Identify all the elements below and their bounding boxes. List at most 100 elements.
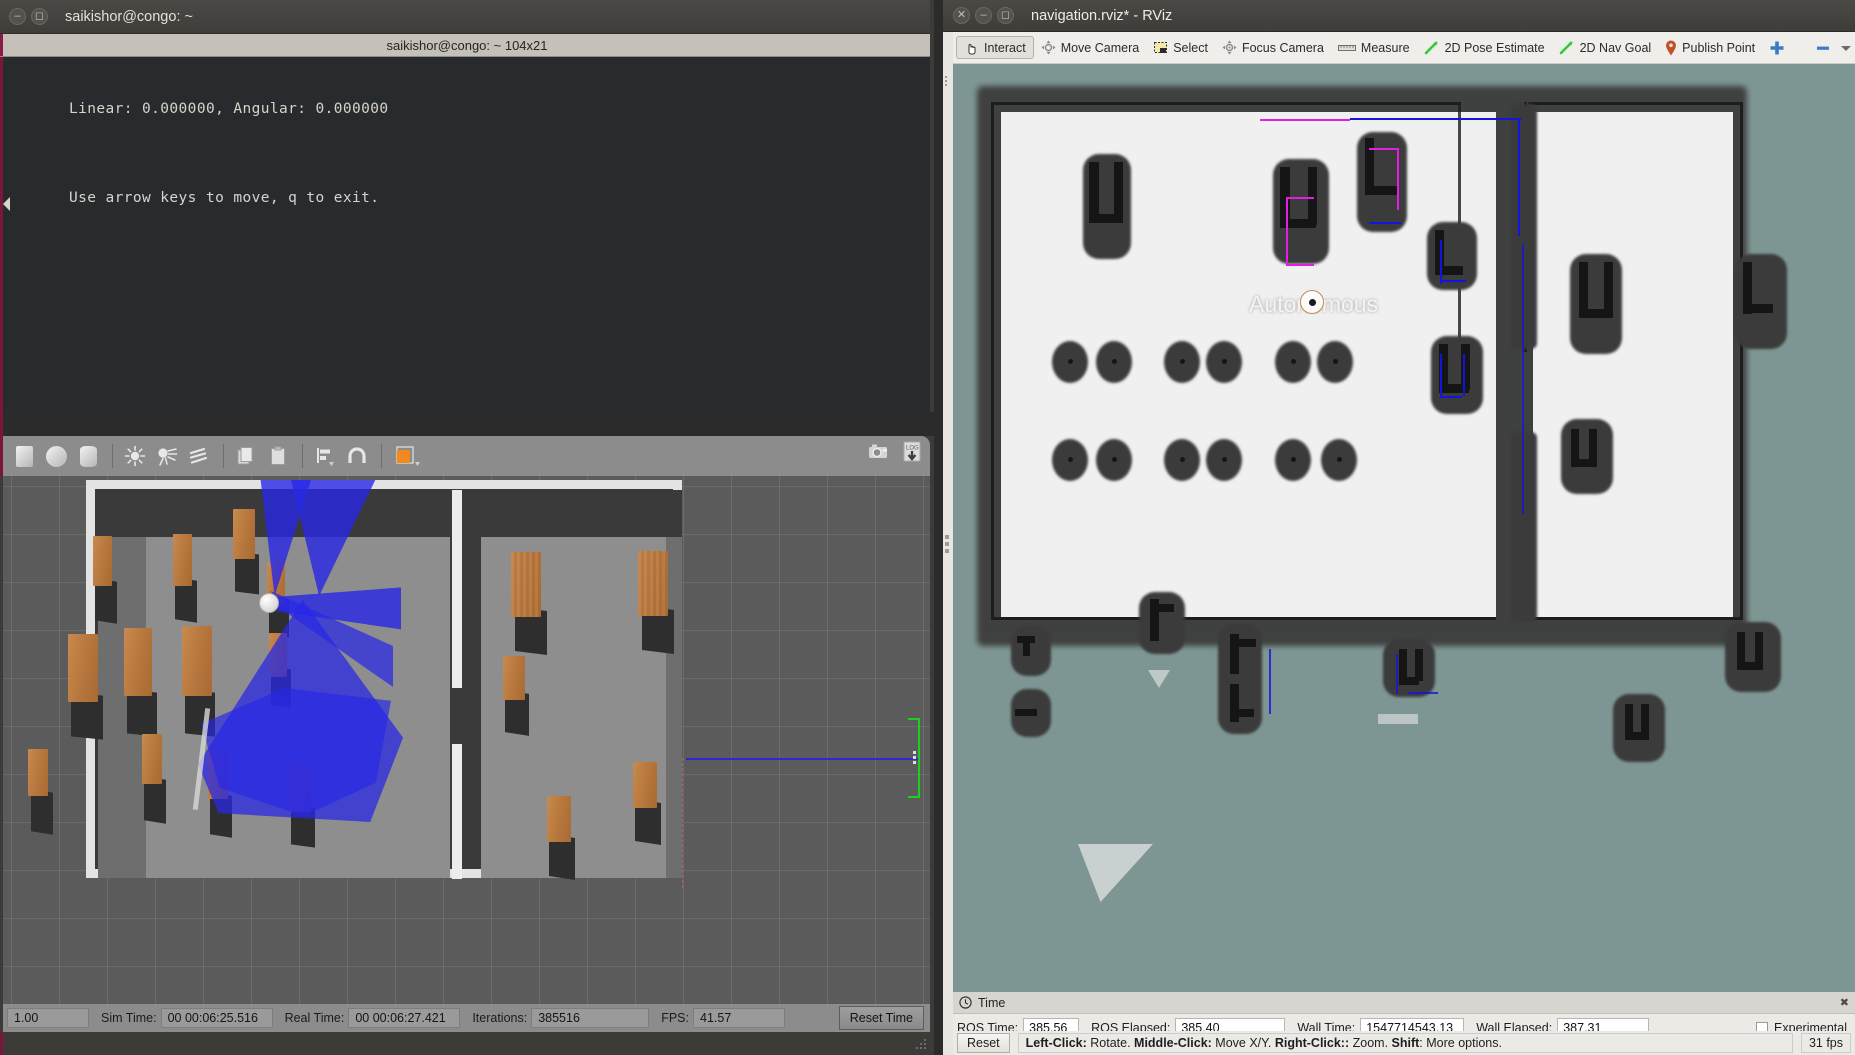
green-arrow-icon [1559,40,1575,55]
tool-interact-label: Interact [984,40,1026,55]
terminal-maximize-button[interactable]: ◻ [31,8,48,25]
tool-publish-point[interactable]: Publish Point [1658,37,1762,59]
tool-2d-nav-goal-label: 2D Nav Goal [1579,40,1652,55]
rviz-maximize-button[interactable]: ◻ [997,7,1014,24]
map-obstacle-core [1291,359,1296,364]
map-obstacle-core [1291,457,1296,462]
map-obstacle-core [1222,359,1227,364]
map-obstacle-core [1180,457,1185,462]
tool-measure[interactable]: Measure [1331,38,1417,58]
map-obstacle-core [1743,304,1773,313]
tool-move-camera[interactable]: Move Camera [1034,37,1147,58]
gazebo-3d-viewport[interactable] [3,476,930,1007]
rviz-panel-drag-dots[interactable] [945,74,947,88]
tool-focus-camera[interactable]: Focus Camera [1215,37,1331,58]
map-obstacle-bench [1139,592,1185,654]
close-icon[interactable]: ✖ [1840,996,1849,1009]
laser-scan-points [1440,354,1442,398]
move-camera-icon [1041,40,1056,55]
hint-left-click-key: Left-Click: [1025,1036,1087,1050]
map-obstacle-core [1015,709,1037,716]
copy-icon[interactable] [231,440,261,472]
tool-add-button[interactable] [1762,37,1792,59]
gazebo-sim-time-label: Sim Time: [101,1011,157,1025]
hand-cursor-icon [964,40,979,55]
tool-focus-camera-label: Focus Camera [1241,40,1324,55]
gazebo-right-tools: LOG [866,440,926,464]
laser-scan-points [1421,118,1521,120]
tool-publish-point-label: Publish Point [1682,40,1756,55]
terminal-output[interactable]: Linear: 0.000000, Angular: 0.000000 Use … [0,57,934,412]
rviz-panel-splitter[interactable] [945,532,951,558]
directional-light-icon[interactable] [184,440,214,472]
toolbar-separator [302,444,303,468]
map-obstacle-core [1023,636,1030,656]
gazebo-fps-label: FPS: [661,1011,689,1025]
terminal-line-velocity: Linear: 0.000000, Angular: 0.000000 [69,101,389,117]
green-arrow-icon [1424,40,1440,55]
snap-icon[interactable] [342,440,372,472]
sphere-icon[interactable] [41,440,71,472]
view-angle-icon[interactable] [389,440,429,472]
gazebo-resize-grip[interactable] [916,1039,928,1051]
terminal-minimize-button[interactable]: – [9,8,26,25]
point-light-icon[interactable] [120,440,150,472]
gazebo-sim-time-value: 00 00:06:25.516 [160,1008,273,1028]
laser-scan-points [1522,244,1524,514]
map-obstacle-bench [1383,639,1435,697]
mouse-hint-text: Left-Click: Rotate. Middle-Click: Move X… [1017,1033,1793,1053]
hint-shift-key: Shift [1391,1036,1420,1050]
gazebo-robot[interactable] [259,593,279,613]
align-icon[interactable] [310,440,340,472]
hint-middle-click-key: Middle-Click: [1134,1036,1212,1050]
rviz-close-button[interactable]: ✕ [953,7,970,24]
laser-scan-points [1397,148,1399,210]
screenshot-icon[interactable] [866,441,892,463]
select-rect-icon [1153,40,1168,55]
gazebo-reset-time-button[interactable]: Reset Time [838,1006,924,1030]
focus-camera-icon [1222,40,1237,55]
map-wall-top-right [1528,102,1743,105]
terminal-titlebar: – ◻ saikishor@congo: ~ [0,0,934,34]
time-panel-header: Time ✖ [953,992,1855,1014]
terminal-tab-label: saikishor@congo: ~ 104x21 [386,37,548,53]
rviz-minimize-button[interactable]: – [975,7,992,24]
tool-2d-nav-goal[interactable]: 2D Nav Goal [1552,37,1659,58]
tool-overflow-button[interactable] [1838,40,1855,56]
gazebo-scene [3,476,930,1007]
toolbar-separator [112,444,113,468]
cylinder-icon[interactable] [73,440,103,472]
tool-interact[interactable]: Interact [956,36,1034,59]
map-free-right-room [1533,112,1733,620]
paste-icon[interactable] [263,440,293,472]
log-record-icon[interactable]: LOG [900,440,926,464]
clock-icon [959,996,972,1009]
hint-left-click-text: Rotate. [1086,1036,1135,1050]
laser-scan-points [1463,354,1465,396]
map-wall-top-left [991,102,1461,105]
map-obstacle-core [1365,186,1397,195]
terminal-window-title: saikishor@congo: ~ [65,8,193,25]
map-obstacle-core [1333,359,1338,364]
tool-2d-pose-estimate[interactable]: 2D Pose Estimate [1417,37,1552,58]
map-obstacle-core [1230,709,1254,717]
tool-remove-button[interactable] [1808,37,1838,59]
laser-scan-points [1286,264,1314,266]
rviz-3d-view[interactable]: Autonomous [953,64,1855,992]
hint-right-click-key: Right-Click:: [1274,1036,1350,1050]
laser-scan-points [1286,197,1288,265]
laser-scan-points [1369,222,1401,224]
gazebo-iterations-label: Iterations: [472,1011,528,1025]
gazebo-toolbar [0,436,930,476]
tool-move-camera-label: Move Camera [1060,40,1140,55]
box-icon[interactable] [9,440,39,472]
tool-select[interactable]: Select [1146,37,1215,58]
gazebo-handle-dots [913,751,916,764]
rviz-left-gutter [943,32,953,1055]
rviz-robot-marker[interactable] [1300,290,1324,314]
spot-light-icon[interactable] [152,440,182,472]
reset-button[interactable]: Reset [957,1033,1010,1053]
map-obstacle-core [1089,162,1099,220]
terminal-scroll-marker [3,197,10,211]
gazebo-status-bar: 1.00 Sim Time: 00 00:06:25.516 Real Time… [3,1004,930,1032]
